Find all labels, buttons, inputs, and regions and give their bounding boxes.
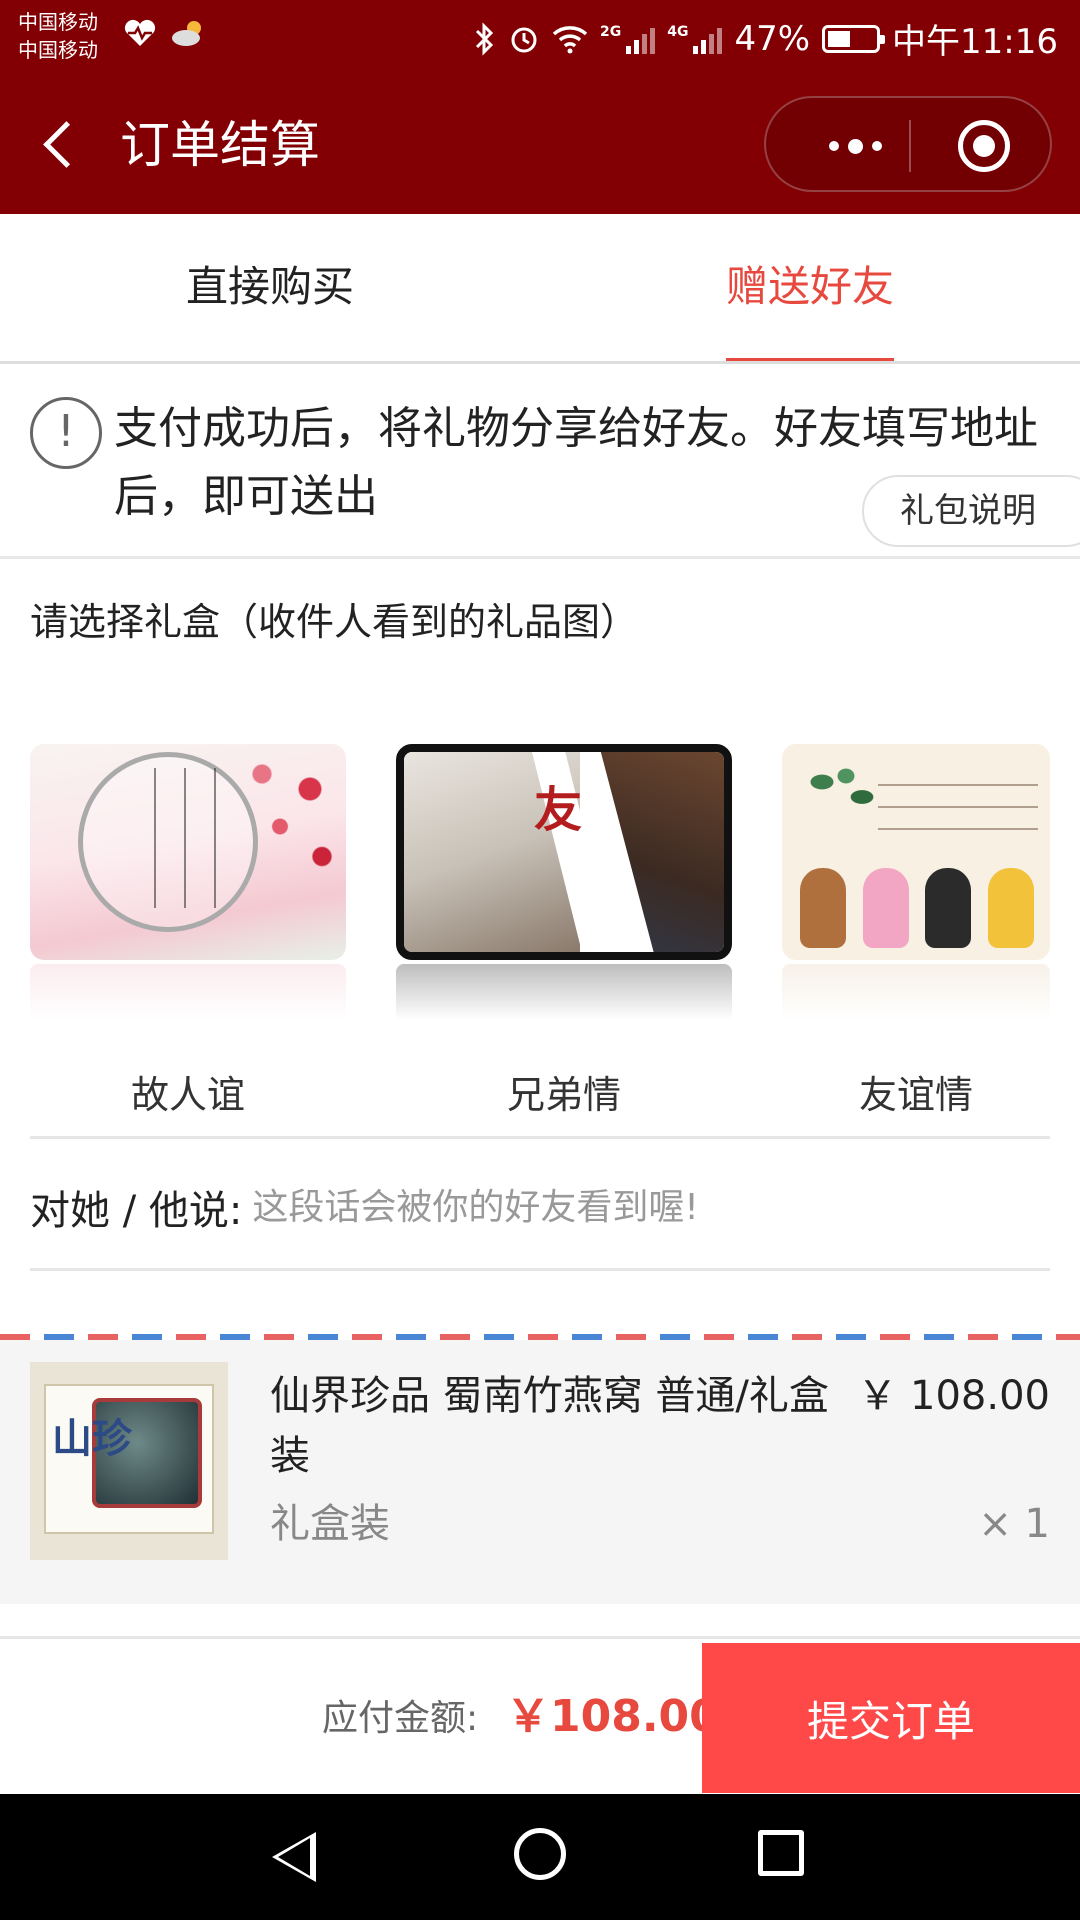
divider [30, 1268, 1050, 1271]
page-title: 订单结算 [120, 116, 320, 174]
gift-box-option[interactable]: 故人谊 [30, 744, 346, 1117]
system-nav-bar [0, 1794, 1080, 1920]
message-input[interactable] [252, 1186, 1050, 1228]
image-reflection [30, 964, 346, 1020]
product-spec: 礼盒装 [270, 1501, 390, 1547]
battery-percent: 47% [734, 18, 811, 59]
product-title: 仙界珍品 蜀南竹燕窝 普通/礼盒装 [270, 1373, 829, 1479]
image-reflection [782, 964, 1050, 1020]
purchase-tabs: 直接购买 赠送好友 [0, 214, 1080, 364]
gift-box-option[interactable]: 友谊情 [782, 744, 1050, 1117]
battery-icon [822, 24, 886, 53]
status-bar: 中国移动 中国移动 2G 4G 47% 中午11:16 [0, 0, 1080, 76]
package-calligraphy: 山珍 [52, 1415, 132, 1462]
close-target-icon[interactable] [958, 120, 1010, 172]
tab-direct-buy[interactable]: 直接购买 [120, 258, 420, 316]
gift-box-option[interactable]: 友 兄弟情 [396, 744, 732, 1117]
gift-box-image-plum-blossom [30, 744, 346, 960]
gift-box-label: 故人谊 [130, 1073, 245, 1117]
mini-program-capsule [764, 96, 1052, 192]
more-dots-icon[interactable] [800, 118, 910, 174]
product-image: 山珍 [30, 1362, 228, 1560]
gift-box-label: 兄弟情 [506, 1073, 621, 1117]
signal-4g-icon: 4G [667, 24, 723, 54]
bluetooth-icon [475, 21, 494, 56]
image-reflection [396, 964, 732, 1020]
gift-box-image-brothers: 友 [396, 744, 732, 960]
capsule-divider [909, 120, 911, 172]
weather-cloud-icon [172, 21, 201, 46]
active-tab-indicator [726, 358, 894, 361]
back-arrow-icon[interactable] [30, 112, 90, 178]
checkout-footer: 应付金额: ￥108.00 提交订单 [0, 1636, 1080, 1794]
wifi-icon [552, 25, 588, 53]
cartoon-reindeer [800, 868, 847, 948]
message-label: 对她 / 他说: [30, 1188, 243, 1234]
submit-order-button[interactable]: 提交订单 [702, 1643, 1080, 1793]
carrier-1: 中国移动 [18, 10, 98, 34]
handwriting-pattern [878, 770, 1038, 850]
overlay-character: 友 [534, 782, 583, 838]
cartoon-bunny [862, 868, 909, 948]
status-right: 2G 4G 47% 中午11:16 [474, 14, 1058, 63]
gift-pack-info-button[interactable]: 礼包说明 [862, 475, 1080, 547]
total-label: 应付金额: [322, 1698, 479, 1739]
exclamation-icon: ! [30, 397, 102, 469]
leaves-pattern [798, 758, 878, 818]
cartoon-penguin [925, 868, 972, 948]
cartoon-chick [987, 868, 1034, 948]
plum-blossom-pattern [226, 744, 346, 894]
gift-box-title: 请选择礼盒（收件人看到的礼品图） [30, 600, 639, 644]
product-price: ￥ 108.00 [857, 1373, 1050, 1419]
signal-2g-icon: 2G [600, 24, 656, 54]
alarm-icon [511, 27, 537, 52]
calligraphy-pattern [140, 768, 230, 908]
clock: 中午11:16 [892, 22, 1058, 62]
health-heart-icon [124, 19, 156, 46]
tab-gift-friend[interactable]: 赠送好友 [660, 258, 960, 316]
gift-notice: ! 支付成功后，将礼物分享给好友。好友填写地址后，即可送出 礼包说明 [0, 367, 1080, 559]
nav-home-icon[interactable] [514, 1828, 566, 1880]
total-amount: ￥108.00 [506, 1691, 720, 1742]
nav-recents-icon[interactable] [758, 1830, 804, 1876]
nav-back-icon[interactable] [272, 1832, 316, 1882]
divider [30, 1136, 1050, 1139]
product-quantity: × 1 [978, 1501, 1050, 1547]
nav-bar: 订单结算 [0, 76, 1080, 214]
cartoon-kids [792, 852, 1042, 948]
status-left-icons [122, 18, 208, 48]
message-row: 对她 / 他说: [30, 1172, 1050, 1242]
product-item: 山珍 仙界珍品 蜀南竹燕窝 普通/礼盒装 ￥ 108.00 礼盒装 × 1 [0, 1340, 1080, 1604]
gift-box-label: 友谊情 [858, 1073, 973, 1117]
gift-box-image-friends [782, 744, 1050, 960]
carrier-2: 中国移动 [18, 38, 98, 62]
carrier-info: 中国移动 中国移动 [18, 8, 98, 64]
